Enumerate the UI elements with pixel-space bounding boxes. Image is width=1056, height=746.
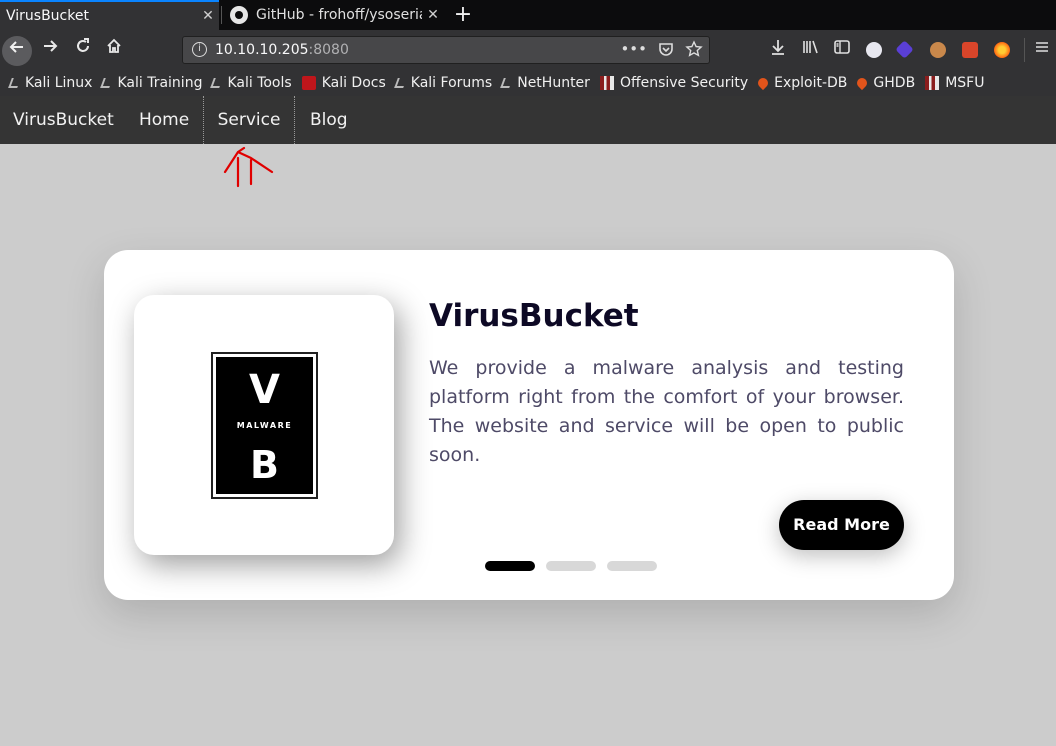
downloads-button[interactable] <box>766 38 790 62</box>
forward-arrow-icon <box>44 40 58 52</box>
forward-button[interactable] <box>37 37 63 63</box>
browser-toolbar: i 10.10.10.205:8080 ••• <box>0 30 1056 70</box>
bookmark-label: Kali Forums <box>410 75 493 91</box>
url-actions: ••• <box>620 40 703 58</box>
bookmark-item[interactable]: Kali Linux <box>8 75 93 91</box>
kali-dragon-icon <box>100 78 114 88</box>
nav-home-link[interactable]: Home <box>139 96 189 144</box>
card-description: We provide a malware analysis and testin… <box>429 357 904 466</box>
close-icon[interactable]: ✕ <box>197 8 219 24</box>
nav-blog-link[interactable]: Blog <box>310 96 348 144</box>
bookmark-item[interactable]: Kali Docs <box>301 75 386 91</box>
kali-dragon-icon <box>393 78 407 88</box>
bookmark-label: Offensive Security <box>619 75 749 91</box>
address-bar[interactable]: i 10.10.10.205:8080 ••• <box>182 36 710 64</box>
reload-button[interactable] <box>70 37 96 63</box>
kali-dragon-icon <box>210 78 224 88</box>
slider-dot[interactable] <box>485 561 535 571</box>
card-title: VirusBucket <box>429 298 639 334</box>
logo-letter-b: B <box>250 443 279 487</box>
bookmarks-toolbar: Kali Linux Kali Training Kali Tools Kali Do… <box>0 70 1056 96</box>
exploitdb-icon <box>855 75 870 91</box>
bookmark-label: Kali Docs <box>321 75 386 91</box>
bookmark-item[interactable]: Exploit-DB <box>756 75 848 91</box>
slider-dot[interactable] <box>607 561 657 571</box>
bookmark-item[interactable]: NetHunter <box>500 75 590 91</box>
sidebar-button[interactable] <box>830 38 854 62</box>
bookmark-label: NetHunter <box>517 75 590 91</box>
cookie-extension-icon[interactable] <box>930 42 946 58</box>
offsec-icon <box>599 76 614 90</box>
menu-button[interactable] <box>1030 38 1054 62</box>
logo-letter-v: V <box>249 367 280 413</box>
exploitdb-icon <box>756 75 771 91</box>
hero-card: V MALWARE B VirusBucket We provide a mal… <box>104 250 954 600</box>
bookmark-label: Kali Tools <box>227 75 292 91</box>
bookmark-item[interactable]: Kali Tools <box>210 75 292 91</box>
bookmark-star-icon[interactable] <box>685 40 703 58</box>
github-icon <box>230 6 248 24</box>
extension-icon[interactable] <box>895 40 914 59</box>
back-button[interactable] <box>2 36 32 66</box>
virusbucket-logo: V MALWARE B <box>211 352 318 499</box>
site-brand-link[interactable]: VirusBucket <box>13 96 114 144</box>
back-arrow-icon <box>9 41 23 53</box>
library-button[interactable] <box>798 38 822 62</box>
card-image-frame: V MALWARE B <box>134 295 394 555</box>
hamburger-menu-icon <box>1036 42 1048 52</box>
kali-dragon-icon <box>8 78 21 88</box>
toolbar-separator <box>1024 38 1025 62</box>
nav-service-link[interactable]: Service <box>203 96 295 144</box>
url-text: 10.10.10.205:8080 <box>215 42 349 58</box>
red-arrow-annotation <box>223 146 274 188</box>
extension-icon[interactable] <box>866 42 882 58</box>
kali-docs-icon <box>301 76 316 90</box>
firefox-icon[interactable] <box>994 42 1010 58</box>
home-button[interactable] <box>101 37 127 63</box>
bookmark-item[interactable]: Offensive Security <box>599 75 749 91</box>
url-host: 10.10.10.205 <box>215 42 309 58</box>
pocket-icon[interactable] <box>657 40 675 58</box>
reload-icon <box>77 38 89 52</box>
kali-dragon-icon <box>500 78 514 88</box>
extension-icon[interactable] <box>962 42 978 58</box>
sidebar-icon <box>834 40 850 54</box>
bookmark-label: Kali Linux <box>25 75 93 91</box>
url-port: :8080 <box>308 42 349 58</box>
logo-word-malware: MALWARE <box>236 421 293 430</box>
info-icon[interactable]: i <box>192 42 207 57</box>
browser-tab-bar: VirusBucket ✕ GitHub - frohoff/ysoseria … <box>0 0 1056 30</box>
bookmark-item[interactable]: MSFU <box>925 75 984 91</box>
bookmark-label: GHDB <box>873 75 916 91</box>
tab-github[interactable]: GitHub - frohoff/ysoseria ✕ <box>222 0 444 30</box>
bookmark-label: MSFU <box>945 75 985 91</box>
home-icon <box>107 38 121 53</box>
bookmark-item[interactable]: Kali Forums <box>393 75 493 91</box>
tab-virusbucket[interactable]: VirusBucket ✕ <box>0 0 219 30</box>
site-navbar: VirusBucket Home Service Blog <box>0 96 1056 144</box>
library-icon <box>803 40 818 54</box>
bookmark-item[interactable]: GHDB <box>855 75 916 91</box>
new-tab-button[interactable]: + <box>452 2 474 28</box>
slider-dot[interactable] <box>546 561 596 571</box>
read-more-button[interactable]: Read More <box>779 500 904 550</box>
bookmark-label: Kali Training <box>117 75 203 91</box>
bookmark-item[interactable]: Kali Training <box>100 75 203 91</box>
close-icon[interactable]: ✕ <box>422 7 444 23</box>
download-icon <box>772 40 784 55</box>
slider-pagination <box>485 561 657 571</box>
page-actions-icon[interactable]: ••• <box>620 40 647 58</box>
bookmark-label: Exploit-DB <box>774 75 848 91</box>
tab-label: GitHub - frohoff/ysoseria <box>256 7 422 23</box>
offsec-icon <box>925 76 940 90</box>
tab-label: VirusBucket <box>6 8 89 24</box>
